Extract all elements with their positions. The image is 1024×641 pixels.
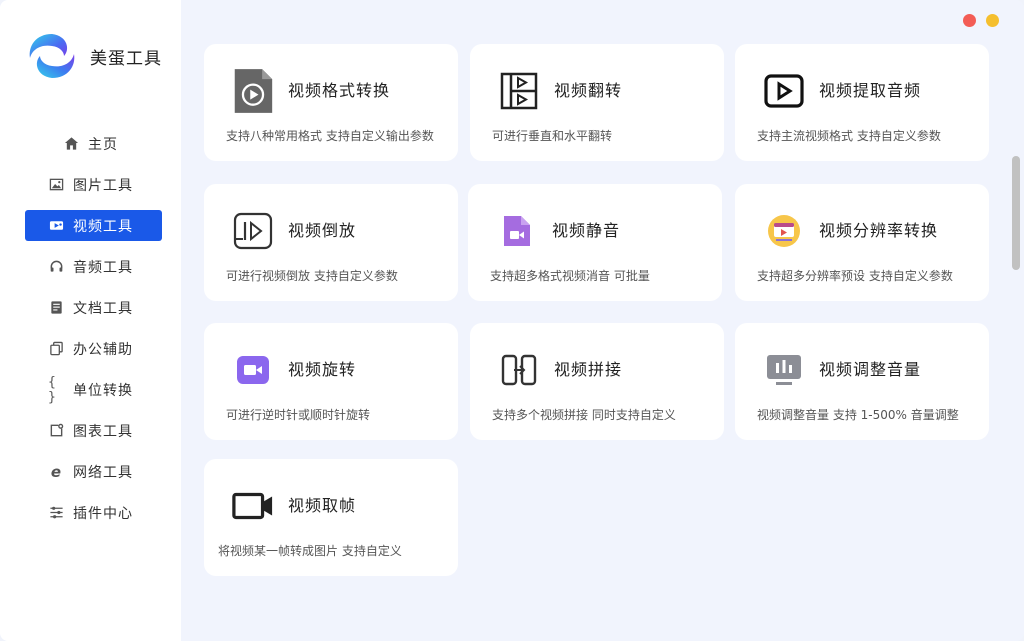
sidebar-item-label: 插件中心	[73, 505, 133, 522]
card-desc: 可进行逆时针或顺时针旋转	[226, 408, 371, 422]
card-video-merge[interactable]: 视频拼接 支持多个视频拼接 同时支持自定义	[470, 323, 724, 440]
card-title: 视频取帧	[288, 496, 357, 515]
reverse-play-icon	[232, 210, 274, 252]
braces-icon: { }	[48, 374, 56, 405]
copy-icon	[48, 341, 64, 357]
card-desc: 可进行视频倒放 支持自定义参数	[226, 269, 398, 283]
card-desc: 支持超多格式视频消音 可批量	[490, 269, 650, 283]
sidebar-item-label: 单位转换	[73, 382, 133, 399]
card-video-reverse[interactable]: 视频倒放 可进行视频倒放 支持自定义参数	[204, 184, 458, 301]
sidebar-item-audio-tools[interactable]: 音频工具	[25, 251, 162, 282]
browser-icon: e	[50, 462, 62, 481]
sidebar-item-label: 文档工具	[73, 300, 133, 317]
sidebar-item-office-assist[interactable]: 办公辅助	[25, 333, 162, 364]
card-title: 视频提取音频	[819, 81, 922, 100]
sidebar-item-plugin-center[interactable]: 插件中心	[25, 497, 162, 528]
camera-icon	[232, 349, 274, 391]
card-title: 视频分辨率转换	[819, 221, 939, 240]
card-title: 视频拼接	[554, 360, 623, 379]
app-logo-icon	[29, 34, 75, 78]
card-desc: 可进行垂直和水平翻转	[492, 129, 613, 143]
play-box-icon	[763, 70, 805, 112]
card-title: 视频静音	[552, 221, 621, 240]
sliders-icon	[48, 505, 64, 521]
card-desc: 支持超多分辨率预设 支持自定义参数	[757, 269, 953, 283]
merge-icon	[498, 349, 540, 391]
sidebar-item-label: 网络工具	[73, 464, 133, 481]
card-title: 视频格式转换	[288, 81, 391, 100]
sidebar-nav: 主页 图片工具 视频工具 音频工具 文档工具 办公辅助 {} 单位转换 图表工…	[25, 128, 162, 538]
scrollbar-track[interactable]	[1010, 40, 1020, 620]
card-title: 视频调整音量	[819, 360, 922, 379]
home-icon	[63, 136, 79, 152]
minimize-button[interactable]	[986, 14, 999, 27]
headphones-icon	[48, 259, 64, 275]
resolution-icon	[763, 210, 805, 252]
sidebar-item-label: 办公辅助	[73, 341, 133, 358]
sidebar-item-label: 图片工具	[73, 177, 133, 194]
sidebar-item-network-tools[interactable]: e 网络工具	[25, 456, 162, 487]
sidebar-item-unit-convert[interactable]: { } 单位转换	[25, 374, 162, 405]
card-desc: 支持主流视频格式 支持自定义参数	[757, 129, 941, 143]
flip-icon	[498, 70, 540, 112]
image-icon	[48, 177, 64, 193]
app-window: 美蛋工具 主页 图片工具 视频工具 音频工具 文档工具 办公辅助 {} 单位转…	[0, 0, 1024, 641]
brand: 美蛋工具	[24, 30, 162, 82]
sidebar-item-home[interactable]: 主页	[25, 128, 162, 159]
close-button[interactable]	[963, 14, 976, 27]
sidebar-item-label: 图表工具	[73, 423, 133, 440]
sidebar-item-label: 主页	[88, 136, 118, 153]
card-desc: 支持多个视频拼接 同时支持自定义	[492, 408, 676, 422]
sidebar-item-label: 音频工具	[73, 259, 133, 276]
card-desc: 支持八种常用格式 支持自定义输出参数	[226, 129, 434, 143]
card-desc: 视频调整音量 支持 1-500% 音量调整	[757, 408, 959, 422]
sidebar-item-video-tools[interactable]: 视频工具	[25, 210, 162, 241]
card-video-rotate[interactable]: 视频旋转 可进行逆时针或顺时针旋转	[204, 323, 458, 440]
document-icon	[48, 300, 64, 316]
card-video-format-convert[interactable]: 视频格式转换 支持八种常用格式 支持自定义输出参数	[204, 44, 458, 161]
sidebar-item-image-tools[interactable]: 图片工具	[25, 169, 162, 200]
sidebar-item-label: 视频工具	[73, 218, 133, 235]
card-video-extract-audio[interactable]: 视频提取音频 支持主流视频格式 支持自定义参数	[735, 44, 989, 161]
card-desc: 将视频某一帧转成图片 支持自定义	[218, 544, 402, 558]
sidebar: 美蛋工具 主页 图片工具 视频工具 音频工具 文档工具 办公辅助 {} 单位转…	[0, 0, 181, 641]
volume-bars-icon	[763, 349, 805, 391]
card-video-resolution-convert[interactable]: 视频分辨率转换 支持超多分辨率预设 支持自定义参数	[735, 184, 989, 301]
chart-icon	[48, 423, 64, 439]
card-video-frame-capture[interactable]: 视频取帧 将视频某一帧转成图片 支持自定义	[204, 459, 458, 576]
mute-file-icon	[496, 210, 538, 252]
video-file-icon	[232, 69, 274, 113]
sidebar-item-chart-tools[interactable]: 图表工具	[25, 415, 162, 446]
card-video-mute[interactable]: 视频静音 支持超多格式视频消音 可批量	[468, 184, 722, 301]
video-camera-icon	[232, 485, 274, 527]
card-title: 视频旋转	[288, 360, 357, 379]
card-title: 视频倒放	[288, 221, 357, 240]
card-title: 视频翻转	[554, 81, 623, 100]
scrollbar-thumb[interactable]	[1012, 156, 1020, 270]
video-icon	[48, 218, 64, 234]
card-video-flip[interactable]: 视频翻转 可进行垂直和水平翻转	[470, 44, 724, 161]
sidebar-item-document-tools[interactable]: 文档工具	[25, 292, 162, 323]
card-video-adjust-volume[interactable]: 视频调整音量 视频调整音量 支持 1-500% 音量调整	[735, 323, 989, 440]
app-name: 美蛋工具	[90, 48, 162, 69]
